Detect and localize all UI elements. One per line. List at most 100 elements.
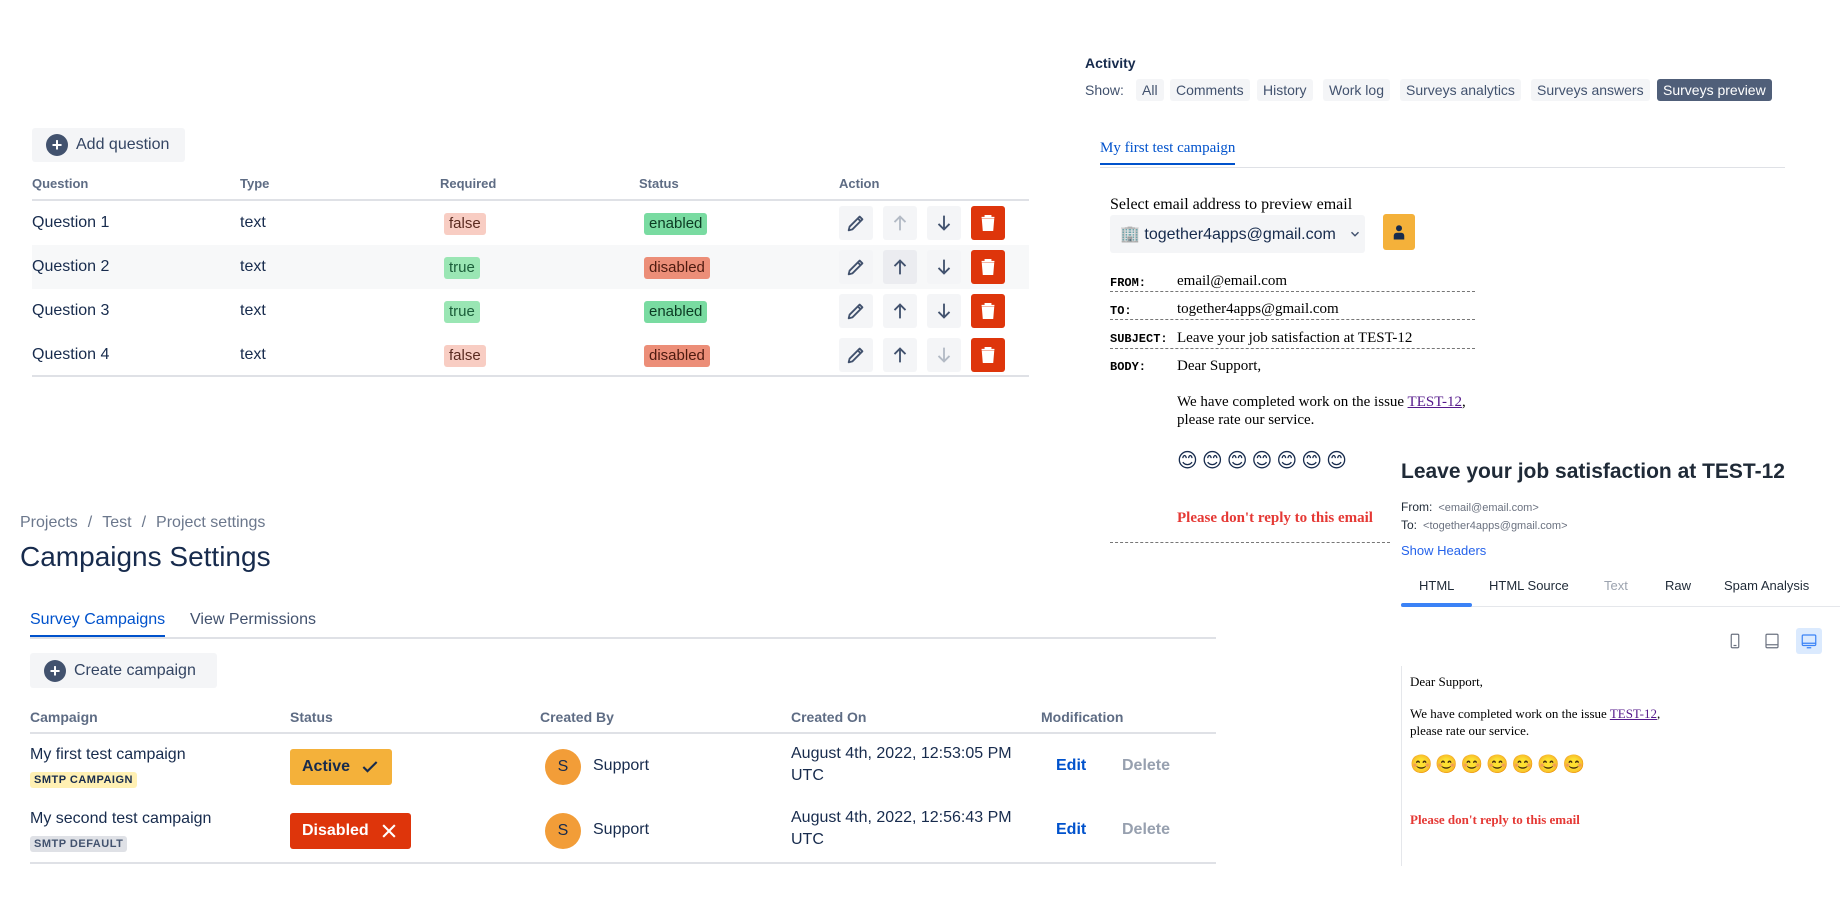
- active-tab-indicator: [1401, 603, 1472, 607]
- edit-question-button[interactable]: [839, 338, 873, 372]
- question-name: Question 1: [32, 214, 110, 231]
- divider: [1110, 348, 1475, 349]
- breadcrumb-projects[interactable]: Projects: [20, 514, 78, 531]
- required-lozenge: true: [444, 257, 480, 279]
- arrow-up-icon: [893, 259, 907, 275]
- subject-value: Leave your job satisfaction at TEST-12: [1177, 330, 1413, 346]
- desktop-view-button[interactable]: [1796, 628, 1822, 654]
- col-modification: Modification: [1041, 709, 1124, 725]
- edit-question-button[interactable]: [839, 206, 873, 240]
- tab-survey-campaigns[interactable]: Survey Campaigns: [30, 611, 166, 637]
- filter-surveys-preview[interactable]: Surveys preview: [1657, 79, 1772, 101]
- show-headers-link[interactable]: Show Headers: [1401, 543, 1486, 558]
- mail-preview-to: To: <together4apps@gmail.com>: [1401, 518, 1568, 532]
- delete-question-button[interactable]: [971, 338, 1005, 372]
- preview-body-line2: please rate our service.: [1410, 723, 1530, 738]
- mail-preview-from: From: <email@email.com>: [1401, 500, 1539, 514]
- mobile-view-button[interactable]: [1722, 628, 1748, 654]
- activity-title: Activity: [1085, 55, 1136, 71]
- issue-link[interactable]: TEST-12: [1408, 394, 1462, 410]
- arrow-down-icon: [937, 347, 951, 363]
- campaign-type-tag: SMTP DEFAULT: [30, 836, 128, 852]
- campaign-name: My second test campaign: [30, 810, 212, 827]
- delete-campaign-link[interactable]: Delete: [1122, 757, 1170, 775]
- edit-campaign-link[interactable]: Edit: [1056, 821, 1086, 839]
- col-created-by: Created By: [540, 709, 614, 725]
- no-reply-note: Please don't reply to this email: [1177, 510, 1373, 526]
- tablet-icon: [1765, 633, 1779, 649]
- preview-issue-link[interactable]: TEST-12: [1610, 706, 1657, 721]
- delete-campaign-link[interactable]: Delete: [1122, 821, 1170, 839]
- move-up-button[interactable]: [883, 338, 917, 372]
- required-lozenge: false: [444, 345, 486, 367]
- pencil-icon: [847, 259, 864, 276]
- from-label: FROM:: [1110, 276, 1147, 290]
- col-status: Status: [290, 709, 333, 725]
- preview-body-line1: We have completed work on the issue TEST…: [1410, 706, 1661, 721]
- delete-question-button[interactable]: [971, 294, 1005, 328]
- filter-history[interactable]: History: [1257, 79, 1313, 101]
- add-question-button[interactable]: + Add question: [32, 128, 185, 162]
- user-button[interactable]: [1383, 214, 1415, 250]
- filter-all[interactable]: All: [1136, 79, 1164, 101]
- filter-work-log[interactable]: Work log: [1323, 79, 1390, 101]
- status-lozenge: enabled: [644, 213, 708, 235]
- move-up-button[interactable]: [883, 206, 917, 240]
- move-up-button[interactable]: [883, 250, 917, 284]
- breadcrumb-project-settings[interactable]: Project settings: [156, 514, 265, 531]
- arrow-up-icon: [893, 215, 907, 231]
- col-campaign: Campaign: [30, 709, 98, 725]
- breadcrumb-test[interactable]: Test: [102, 514, 131, 531]
- avatar: S: [545, 749, 581, 785]
- tab-text[interactable]: Text: [1604, 578, 1628, 593]
- move-down-button[interactable]: [927, 250, 961, 284]
- email-body-line1: We have completed work on the issue TEST…: [1177, 394, 1466, 410]
- email-select[interactable]: 🏢 together4apps@gmail.com: [1110, 215, 1365, 253]
- rating-smileys[interactable]: 😊😊😊😊😊😊😊: [1177, 448, 1351, 473]
- question-type: text: [240, 346, 266, 363]
- tablet-view-button[interactable]: [1759, 628, 1785, 654]
- tab-html-source[interactable]: HTML Source: [1489, 578, 1569, 593]
- create-campaign-button[interactable]: + Create campaign: [30, 653, 217, 688]
- created-by: Support: [593, 757, 650, 774]
- move-up-button[interactable]: [883, 294, 917, 328]
- status-lozenge: enabled: [644, 301, 708, 323]
- trash-icon: [981, 214, 995, 232]
- email-select-value: 🏢 together4apps@gmail.com: [1120, 226, 1336, 243]
- tab-campaign-preview[interactable]: My first test campaign: [1100, 140, 1236, 165]
- pencil-icon: [847, 303, 864, 320]
- preview-rating-smileys[interactable]: 😊😊😊😊😊😊😊: [1410, 754, 1588, 775]
- move-down-button[interactable]: [927, 338, 961, 372]
- body-label: BODY:: [1110, 360, 1147, 374]
- created-by: Support: [593, 821, 650, 838]
- edit-question-button[interactable]: [839, 250, 873, 284]
- delete-question-button[interactable]: [971, 250, 1005, 284]
- tab-html[interactable]: HTML: [1419, 578, 1454, 593]
- col-created-on: Created On: [791, 709, 867, 725]
- status-active-button[interactable]: Active: [290, 749, 393, 785]
- arrow-up-icon: [893, 303, 907, 319]
- tab-view-permissions[interactable]: View Permissions: [190, 611, 316, 635]
- col-type: Type: [240, 176, 270, 191]
- tab-raw[interactable]: Raw: [1665, 578, 1691, 593]
- breadcrumb: Projects / Test / Project settings: [20, 514, 266, 531]
- campaign-name: My first test campaign: [30, 746, 186, 763]
- filter-surveys-answers[interactable]: Surveys answers: [1531, 79, 1650, 101]
- filter-comments[interactable]: Comments: [1170, 79, 1250, 101]
- status-disabled-button[interactable]: Disabled: [290, 813, 411, 849]
- created-on: August 4th, 2022, 12:53:05 PM UTC: [791, 745, 1012, 784]
- divider: [1110, 542, 1390, 543]
- subject-label: SUBJECT:: [1110, 332, 1168, 346]
- add-question-label: Add question: [76, 136, 170, 153]
- edit-question-button[interactable]: [839, 294, 873, 328]
- campaigns-table-header: Campaign Status Created By Created On Mo…: [30, 709, 1216, 734]
- move-down-button[interactable]: [927, 294, 961, 328]
- filter-surveys-analytics[interactable]: Surveys analytics: [1400, 79, 1521, 101]
- preview-greeting: Dear Support,: [1410, 674, 1483, 689]
- tab-spam-analysis[interactable]: Spam Analysis: [1724, 578, 1809, 593]
- delete-question-button[interactable]: [971, 206, 1005, 240]
- question-type: text: [240, 302, 266, 319]
- email-greeting: Dear Support,: [1177, 358, 1262, 374]
- edit-campaign-link[interactable]: Edit: [1056, 757, 1086, 775]
- move-down-button[interactable]: [927, 206, 961, 240]
